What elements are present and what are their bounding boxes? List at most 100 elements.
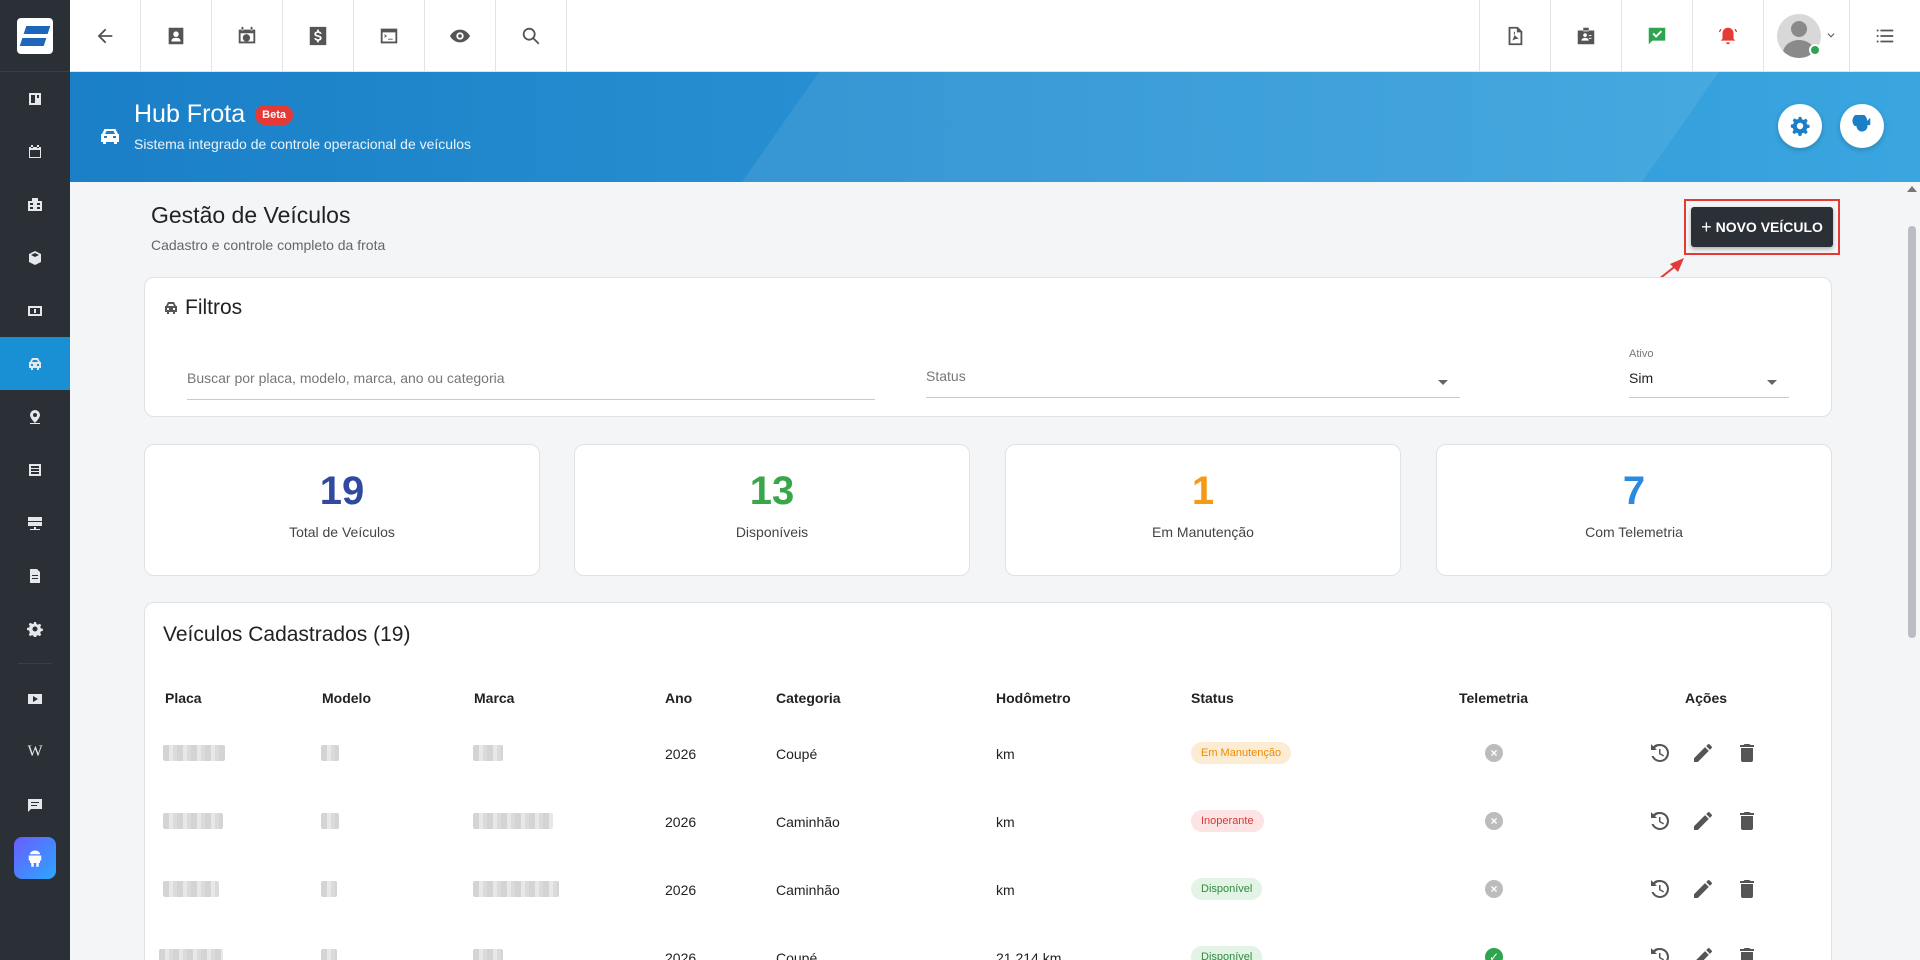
edit-pencil-icon[interactable]	[1691, 877, 1715, 901]
edit-pencil-icon[interactable]	[1691, 809, 1715, 833]
row-year: 2026	[665, 950, 697, 960]
vertical-scrollbar[interactable]	[1902, 182, 1920, 960]
refresh-button[interactable]	[1840, 104, 1884, 148]
contact-card-icon	[168, 27, 184, 45]
app-logo[interactable]	[0, 0, 70, 72]
edit-pencil-icon[interactable]	[1691, 945, 1715, 960]
chevron-down-icon	[1827, 33, 1834, 38]
status-badge: Inoperante	[1191, 810, 1264, 832]
sidebar-item-package[interactable]	[0, 231, 70, 284]
play-video-icon	[28, 693, 42, 704]
finance-button[interactable]	[283, 0, 354, 72]
android-icon	[28, 850, 42, 867]
scroll-thumb[interactable]	[1908, 226, 1916, 638]
history-icon[interactable]	[1647, 877, 1671, 901]
stat-value: 7	[1622, 469, 1646, 513]
delete-trash-icon[interactable]	[1735, 809, 1759, 833]
settings-button[interactable]	[1778, 104, 1822, 148]
contacts-button[interactable]	[141, 0, 212, 72]
refresh-icon	[1852, 115, 1871, 132]
column-header-ano[interactable]: Ano	[665, 690, 692, 706]
plate-redacted	[163, 745, 225, 761]
column-header-acoes: Ações	[1685, 690, 1728, 706]
telemetry-off-icon: ×	[1485, 744, 1503, 762]
search-input[interactable]: Buscar por placa, modelo, marca, ano ou …	[187, 370, 875, 400]
main-content: Gestão de Veículos Cadastro e controle c…	[70, 182, 1902, 960]
sidebar-item-chat[interactable]	[0, 778, 70, 831]
menu-list-button[interactable]	[1849, 0, 1920, 72]
sidebar-item-location[interactable]	[0, 390, 70, 443]
column-header-telemetria[interactable]: Telemetria	[1459, 690, 1528, 706]
calendar-clock-icon	[238, 26, 256, 44]
delete-trash-icon[interactable]	[1735, 741, 1759, 765]
car-icon	[165, 302, 177, 314]
row-year: 2026	[665, 882, 697, 898]
alerts-button[interactable]	[1692, 0, 1763, 72]
brand-redacted	[473, 813, 553, 829]
history-icon[interactable]	[1647, 741, 1671, 765]
user-menu[interactable]	[1763, 0, 1849, 72]
row-category: Caminhão	[776, 882, 840, 898]
filters-card: Filtros Buscar por placa, modelo, marca,…	[144, 277, 1832, 417]
sidebar-item-settings[interactable]	[0, 602, 70, 655]
back-button[interactable]	[70, 0, 141, 72]
status-select[interactable]: Status	[926, 368, 1460, 398]
stat-value: 1	[1191, 469, 1215, 513]
sidebar-item-android[interactable]	[0, 831, 70, 884]
model-redacted	[321, 881, 337, 897]
column-header-placa[interactable]: Placa	[165, 690, 202, 706]
scroll-up-icon[interactable]	[1907, 186, 1917, 192]
top-toolbar	[70, 0, 1920, 72]
history-icon[interactable]	[1647, 809, 1671, 833]
dollar-icon	[309, 26, 327, 46]
model-redacted	[321, 813, 339, 829]
brand-redacted	[473, 881, 559, 897]
history-icon[interactable]	[1647, 945, 1671, 960]
beta-badge: Beta	[255, 104, 294, 125]
schedule-button[interactable]	[212, 0, 283, 72]
sidebar-item-finance[interactable]	[0, 284, 70, 337]
building-icon	[28, 197, 42, 211]
list-icon	[29, 463, 41, 476]
sidebar-item-company[interactable]	[0, 178, 70, 231]
status-badge: Disponível	[1191, 878, 1263, 900]
gear-icon	[1790, 116, 1810, 136]
column-header-status[interactable]: Status	[1191, 690, 1234, 706]
column-header-modelo[interactable]: Modelo	[322, 690, 371, 706]
search-button[interactable]	[496, 0, 567, 72]
tasks-button[interactable]	[1621, 0, 1692, 72]
sidebar-item-calendar[interactable]	[0, 125, 70, 178]
logo-icon	[17, 17, 53, 54]
caret-down-icon	[1767, 380, 1777, 385]
sidebar-item-fleet[interactable]	[0, 337, 70, 390]
sidebar-item-document[interactable]	[0, 549, 70, 602]
view-button[interactable]	[425, 0, 496, 72]
highlight-box: + NOVO VEÍCULO	[1684, 199, 1840, 255]
car-icon	[29, 357, 41, 370]
app-title: Hub Frota	[134, 100, 246, 128]
stat-card-maintenance: 1 Em Manutenção	[1005, 444, 1401, 576]
sidebar-item-dashboard[interactable]	[0, 72, 70, 125]
id-badge-button[interactable]	[1550, 0, 1621, 72]
column-header-hodometro[interactable]: Hodômetro	[996, 690, 1071, 706]
sidebar-item-list[interactable]	[0, 443, 70, 496]
pdf-button[interactable]	[1479, 0, 1550, 72]
edit-pencil-icon[interactable]	[1691, 741, 1715, 765]
row-odometer: km	[996, 814, 1015, 830]
new-vehicle-button[interactable]: + NOVO VEÍCULO	[1691, 207, 1833, 247]
terminal-button[interactable]	[354, 0, 425, 72]
pdf-file-icon	[1508, 26, 1523, 46]
column-header-marca[interactable]: Marca	[474, 690, 514, 706]
ativo-select[interactable]: Sim	[1629, 370, 1789, 398]
sidebar-item-server[interactable]	[0, 496, 70, 549]
sidebar-item-video[interactable]	[0, 672, 70, 725]
row-odometer: km	[996, 746, 1015, 762]
status-badge: Em Manutenção	[1191, 742, 1292, 764]
stat-value: 19	[319, 469, 365, 513]
column-header-categoria[interactable]: Categoria	[776, 690, 841, 706]
sidebar-item-wiki[interactable]: W	[0, 725, 70, 778]
gear-icon	[27, 621, 43, 637]
check-chat-icon	[1648, 27, 1666, 45]
delete-trash-icon[interactable]	[1735, 877, 1759, 901]
delete-trash-icon[interactable]	[1735, 945, 1759, 960]
